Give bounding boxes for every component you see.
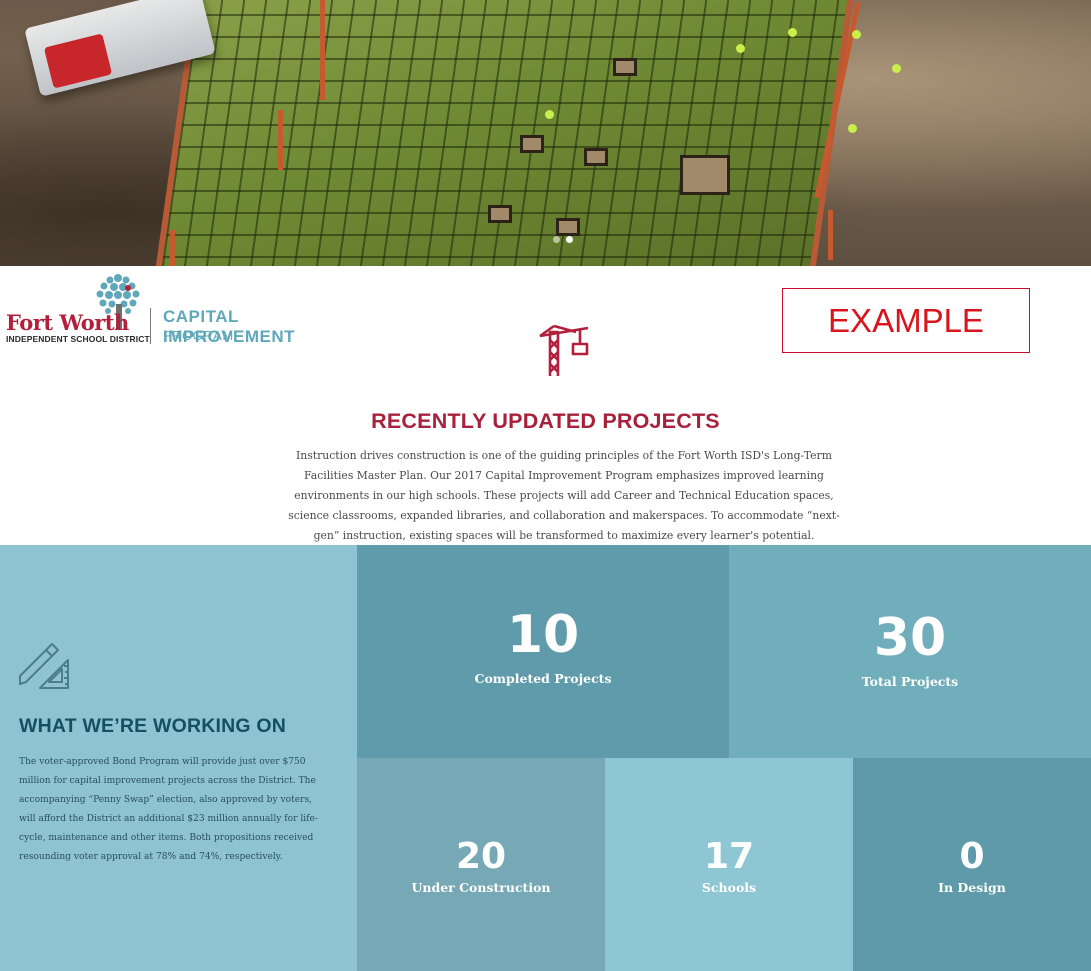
stat-value: 10 — [506, 605, 580, 665]
hero-rebar-post — [170, 230, 175, 266]
logo-divider — [150, 308, 151, 344]
stat-total-projects[interactable]: 30 Total Projects — [729, 545, 1091, 758]
ruler-pencil-icon — [19, 643, 69, 689]
hero-worker — [852, 30, 861, 39]
recent-projects-title: RECENTLY UPDATED PROJECTS — [371, 409, 720, 433]
hero-worker — [736, 44, 745, 53]
stat-label: Completed Projects — [474, 671, 612, 686]
district-name: Fort Worth — [6, 310, 129, 335]
hero-carousel[interactable] — [0, 0, 1091, 266]
stat-schools[interactable]: 17 Schools — [605, 758, 853, 971]
recent-projects-description: Instruction drives construction is one o… — [288, 449, 840, 542]
hero-rebar-post — [320, 0, 325, 100]
stat-in-design[interactable]: 0 In Design — [853, 758, 1091, 971]
stat-value: 17 — [703, 836, 755, 877]
crane-icon — [539, 324, 589, 376]
carousel-dots — [553, 236, 573, 243]
stat-label: In Design — [938, 880, 1006, 895]
working-on-title: WHAT WE’RE WORKING ON — [19, 715, 287, 737]
program-subtitle: PROGRAM — [163, 328, 234, 343]
example-label: EXAMPLE — [782, 288, 1030, 353]
carousel-dot-active[interactable] — [566, 236, 573, 243]
working-on-description: The voter-approved Bond Program will pro… — [19, 757, 318, 862]
working-on-panel: WHAT WE’RE WORKING ON The voter-approved… — [0, 545, 357, 971]
hero-formwork — [613, 58, 637, 76]
hero-formwork — [488, 205, 512, 223]
carousel-dot[interactable] — [553, 236, 560, 243]
stat-label: Under Construction — [411, 880, 551, 895]
hero-worker — [892, 64, 901, 73]
hero-worker — [545, 110, 554, 119]
hero-worker — [788, 28, 797, 37]
stat-under-construction[interactable]: 20 Under Construction — [357, 758, 605, 971]
hero-rebar-post — [828, 210, 833, 260]
stat-value: 0 — [959, 836, 985, 877]
stat-value: 30 — [873, 608, 947, 668]
hero-rebar-slab — [153, 0, 857, 266]
hero-rebar-post — [278, 110, 283, 170]
hero-formwork — [584, 148, 608, 166]
hero-formwork — [520, 135, 544, 153]
stat-value: 20 — [455, 836, 507, 877]
hero-formwork — [680, 155, 730, 195]
district-logo[interactable]: Fort Worth INDEPENDENT SCHOOL DISTRICT C… — [4, 268, 344, 348]
stat-completed-projects[interactable]: 10 Completed Projects — [357, 545, 729, 758]
district-subtitle: INDEPENDENT SCHOOL DISTRICT — [6, 334, 150, 344]
hero-formwork — [556, 218, 580, 236]
stat-label: Total Projects — [861, 674, 959, 689]
hero-worker — [848, 124, 857, 133]
stat-label: Schools — [701, 880, 757, 895]
